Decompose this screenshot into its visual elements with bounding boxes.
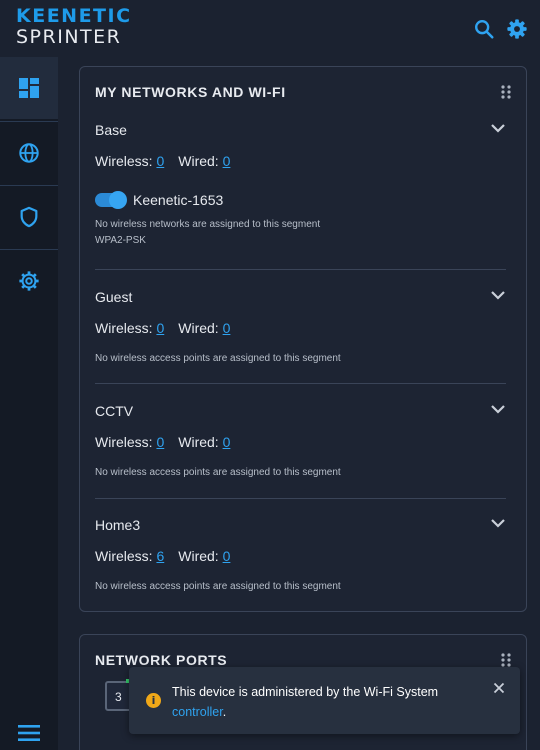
- networks-card: MY NETWORKS AND WI-FI Base Wireless: 0 Wi…: [79, 66, 527, 612]
- card-title: MY NETWORKS AND WI-FI: [95, 84, 286, 100]
- wireless-label: Wireless:: [95, 548, 153, 564]
- toggle-knob: [109, 191, 127, 209]
- wireless-count-link[interactable]: 0: [156, 153, 164, 169]
- close-icon[interactable]: [493, 682, 505, 694]
- menu-button[interactable]: [0, 715, 58, 750]
- wired-count-link[interactable]: 0: [223, 153, 231, 169]
- main-content: MY NETWORKS AND WI-FI Base Wireless: 0 Wi…: [58, 57, 540, 750]
- segment-note: No wireless access points are assigned t…: [95, 467, 341, 478]
- wired-label: Wired:: [178, 548, 219, 564]
- segment-name: Home3: [95, 517, 141, 533]
- segment-name: CCTV: [95, 403, 134, 419]
- toast-text: This device is administered by the Wi-Fi…: [172, 685, 439, 699]
- chevron-down-icon[interactable]: [490, 120, 506, 136]
- segment-note: No wireless networks are assigned to thi…: [95, 219, 321, 230]
- wifi-name: Keenetic-1653: [133, 192, 224, 208]
- brand-logo: KEENETIC SPRINTER: [16, 7, 132, 47]
- wireless-label: Wireless:: [95, 320, 153, 336]
- model-name: SPRINTER: [16, 26, 122, 48]
- dashboard-icon: [19, 78, 39, 98]
- wireless-count-link[interactable]: 6: [156, 548, 164, 564]
- segment-note: No wireless access points are assigned t…: [95, 581, 341, 592]
- chevron-down-icon[interactable]: [490, 401, 506, 417]
- globe-icon: [19, 143, 39, 163]
- wired-count-link[interactable]: 0: [223, 434, 231, 450]
- drag-handle-icon[interactable]: [500, 84, 512, 100]
- sidebar-item-security[interactable]: [0, 186, 58, 248]
- info-icon: i: [146, 693, 161, 708]
- segment-divider: [95, 498, 506, 499]
- brand-name: KEENETIC: [16, 5, 132, 27]
- search-icon[interactable]: [473, 18, 495, 40]
- segment-counts: Wireless: 0 Wired: 0: [95, 153, 230, 169]
- segment-counts: Wireless: 6 Wired: 0: [95, 548, 230, 564]
- toast-suffix: .: [222, 705, 227, 719]
- wifi-network-row: Keenetic-1653: [95, 191, 223, 209]
- card-title: NETWORK PORTS: [95, 652, 228, 668]
- wired-label: Wired:: [178, 153, 219, 169]
- segment-counts: Wireless: 0 Wired: 0: [95, 434, 230, 450]
- security-label: WPA2-PSK: [95, 235, 146, 246]
- wired-label: Wired:: [178, 320, 219, 336]
- segment-name: Guest: [95, 289, 133, 305]
- chevron-down-icon[interactable]: [490, 515, 506, 531]
- segment-note: No wireless access points are assigned t…: [95, 353, 341, 364]
- wired-count-link[interactable]: 0: [223, 548, 231, 564]
- sidebar: [0, 57, 58, 750]
- sidebar-item-dashboard[interactable]: [0, 57, 58, 119]
- sidebar-item-settings[interactable]: [0, 250, 58, 312]
- wired-label: Wired:: [178, 434, 219, 450]
- chevron-down-icon[interactable]: [490, 287, 506, 303]
- toast-message: This device is administered by the Wi-Fi…: [172, 682, 482, 722]
- wifi-toggle[interactable]: [95, 191, 127, 209]
- hamburger-icon: [18, 724, 40, 741]
- shield-icon: [20, 206, 38, 228]
- port-number: 3: [115, 690, 122, 704]
- wireless-count-link[interactable]: 0: [156, 434, 164, 450]
- notification-toast: i This device is administered by the Wi-…: [129, 667, 520, 734]
- wireless-count-link[interactable]: 0: [156, 320, 164, 336]
- controller-link[interactable]: controller: [172, 705, 223, 719]
- wireless-label: Wireless:: [95, 434, 153, 450]
- top-header: KEENETIC SPRINTER: [0, 0, 540, 57]
- segment-divider: [95, 383, 506, 384]
- gear-icon[interactable]: [506, 18, 528, 40]
- segment-counts: Wireless: 0 Wired: 0: [95, 320, 230, 336]
- settings-icon: [19, 271, 39, 291]
- wireless-label: Wireless:: [95, 153, 153, 169]
- segment-name: Base: [95, 122, 127, 138]
- drag-handle-icon[interactable]: [500, 652, 512, 668]
- sidebar-item-internet[interactable]: [0, 122, 58, 184]
- wired-count-link[interactable]: 0: [223, 320, 231, 336]
- segment-divider: [95, 269, 506, 270]
